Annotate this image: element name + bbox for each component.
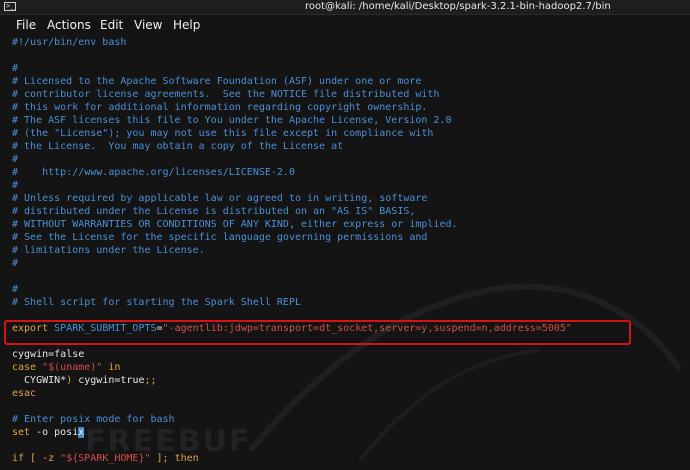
code-line: # contributor license agreements. See th… (12, 88, 682, 101)
text-cursor: x (78, 427, 85, 438)
code-token: cygwin (12, 349, 49, 360)
code-token: # this work for additional information r… (12, 102, 428, 113)
code-token: ;; (144, 375, 157, 386)
code-line: # distributed under the License is distr… (12, 205, 682, 218)
code-token: # distributed under the License is distr… (12, 206, 416, 217)
code-token: case (12, 362, 43, 373)
menu-help[interactable]: Help (173, 18, 200, 32)
code-line: # (12, 153, 682, 166)
code-line: # limitations under the License. (12, 244, 682, 257)
code-token: # See the License for the specific langu… (12, 232, 428, 243)
code-line: esac (12, 387, 682, 400)
code-line: case "$(uname)" in (12, 361, 682, 374)
code-line: # WITHOUT WARRANTIES OR CONDITIONS OF AN… (12, 218, 682, 231)
code-line: # Licensed to the Apache Software Founda… (12, 75, 682, 88)
code-token: # (12, 284, 19, 295)
code-line: # http://www.apache.org/licenses/LICENSE… (12, 166, 682, 179)
code-token: # The ASF licenses this file to You unde… (12, 115, 452, 126)
code-line: CYGWIN*) cygwin=true;; (12, 374, 682, 387)
watermark: FREEBUF (85, 424, 252, 459)
code-token: # Licensed to the Apache Software Founda… (12, 76, 422, 87)
code-line: # the License. You may obtain a copy of … (12, 140, 682, 153)
code-token: # WITHOUT WARRANTIES OR CONDITIONS OF AN… (12, 219, 458, 230)
window-title: root@kali: /home/kali/Desktop/spark-3.2.… (305, 1, 611, 12)
code-token: # the License. You may obtain a copy of … (12, 141, 344, 152)
code-token: # contributor license agreements. See th… (12, 89, 440, 100)
code-token: if [ -z (12, 453, 61, 464)
code-token: # limitations under the License. (12, 245, 205, 256)
code-line: # The ASF licenses this file to You unde… (12, 114, 682, 127)
code-line: # (12, 179, 682, 192)
code-token: in (102, 362, 121, 373)
code-token: esac (12, 388, 37, 399)
code-token: cygwin (72, 375, 115, 386)
code-token: false (54, 349, 85, 360)
menu-view[interactable]: View (134, 18, 162, 32)
file-editor[interactable]: #!/usr/bin/env bash # # Licensed to the Ap… (12, 36, 682, 468)
menu-bar: File Actions Edit View Help (0, 15, 690, 37)
code-token: # Shell script for starting the Spark Sh… (12, 297, 301, 308)
code-line: # (12, 62, 682, 75)
code-token: # (the "License"); you may not use this … (12, 128, 434, 139)
code-token: #!/usr/bin/env bash (12, 37, 127, 48)
menu-file[interactable]: File (16, 18, 36, 32)
code-token: CYGWIN* (12, 375, 67, 386)
code-token: # Unless required by applicable law or a… (12, 193, 428, 204)
code-token: "$(uname)" (42, 362, 103, 373)
code-line: #!/usr/bin/env bash (12, 36, 682, 49)
code-token: # (12, 258, 19, 269)
code-line: # this work for additional information r… (12, 101, 682, 114)
code-token: true (120, 375, 145, 386)
menu-edit[interactable]: Edit (100, 18, 123, 32)
code-line: # (the "License"); you may not use this … (12, 127, 682, 140)
code-token: # http://www.apache.org/licenses/LICENSE… (12, 167, 295, 178)
code-line: # Shell script for starting the Spark Sh… (12, 296, 682, 309)
code-line: # (12, 283, 682, 296)
scrollbar[interactable] (682, 36, 690, 468)
code-line: # See the License for the specific langu… (12, 231, 682, 244)
highlight-annotation-box (4, 320, 631, 345)
code-token: -o posi (30, 427, 79, 438)
code-token: # (12, 63, 19, 74)
menu-actions[interactable]: Actions (47, 18, 91, 32)
code-line: # Unless required by applicable law or a… (12, 192, 682, 205)
code-line: # (12, 257, 682, 270)
code-line: cygwin=false (12, 348, 682, 361)
code-token: # (12, 180, 19, 191)
window-titlebar: >_ root@kali: /home/kali/Desktop/spark-3… (0, 0, 690, 15)
code-token: set (12, 427, 31, 438)
code-token: # (12, 154, 19, 165)
